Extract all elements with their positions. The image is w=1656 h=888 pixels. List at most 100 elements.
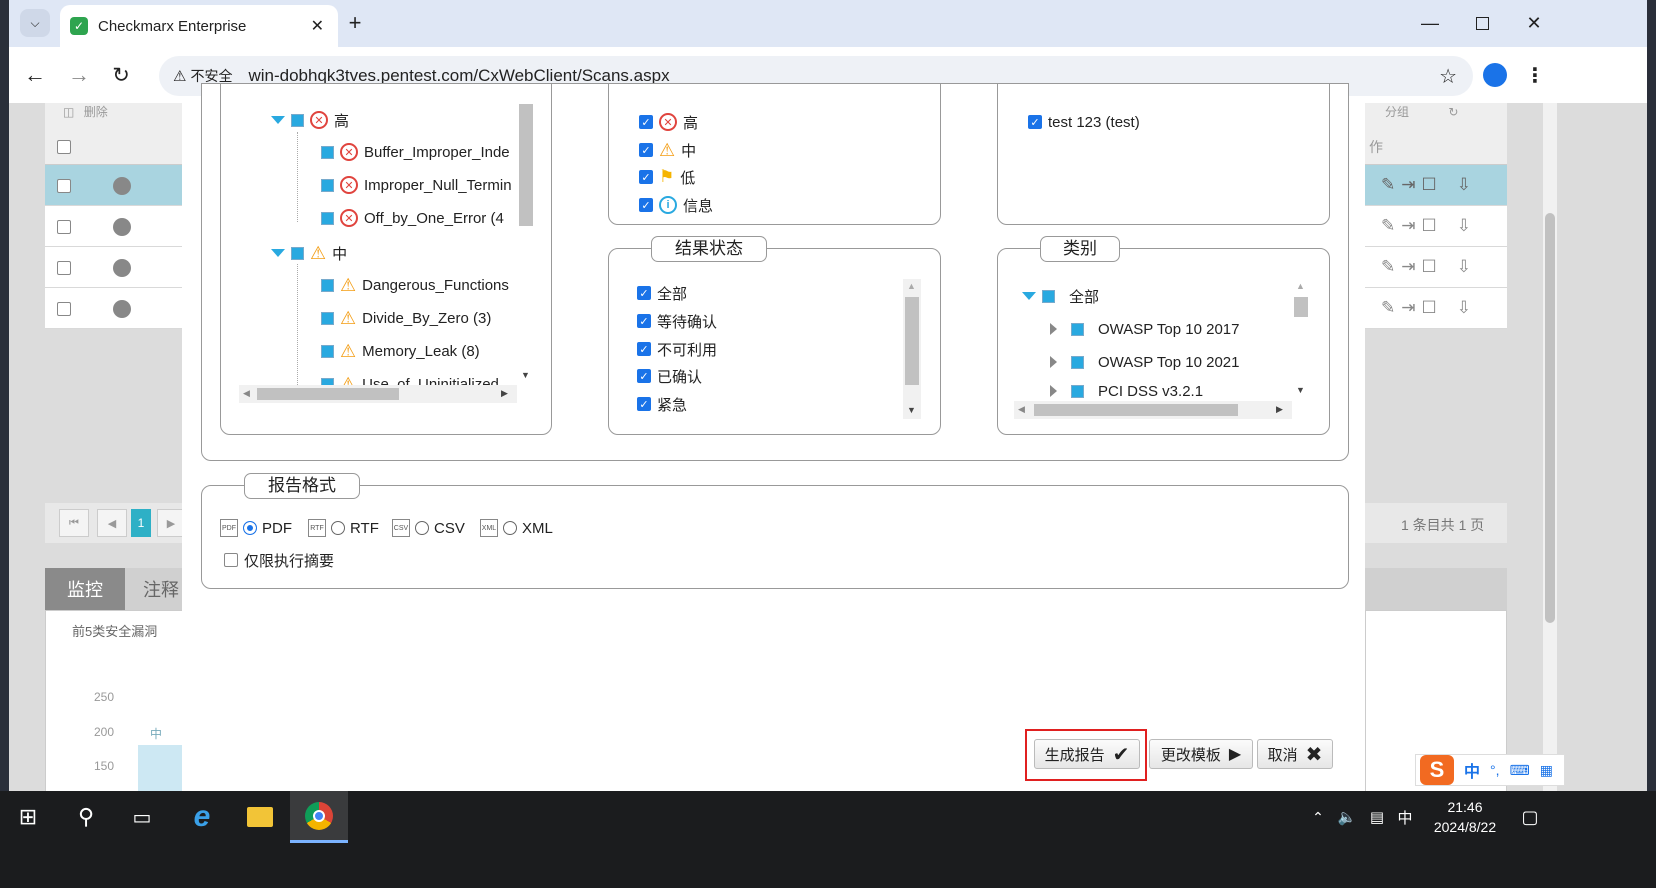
tree-checkbox[interactable] [321, 344, 334, 358]
expand-icon[interactable] [271, 249, 285, 257]
table-row[interactable] [45, 247, 185, 288]
category-node[interactable]: OWASP Top 10 2021 [1050, 348, 1239, 376]
tab-notes[interactable]: 注释 [137, 568, 185, 610]
collapse-icon[interactable] [1050, 356, 1057, 368]
severity-option[interactable]: ✓ ✕ 高 [639, 108, 698, 136]
format-option-xml[interactable]: XML XML [480, 514, 553, 542]
category-hscroll-thumb[interactable] [1034, 404, 1238, 416]
status-vscroll-thumb[interactable] [905, 297, 919, 385]
minimize-icon[interactable]: — [1415, 10, 1445, 36]
tab-monitor[interactable]: 监控 [45, 568, 125, 610]
tree-node-medium[interactable]: ⚠ 中 [271, 239, 347, 267]
export-icon[interactable]: ⇥ [1401, 216, 1421, 235]
scroll-left-icon[interactable]: ◀ [1018, 404, 1025, 415]
checkbox-checked[interactable]: ✓ [637, 369, 651, 383]
tree-checkbox[interactable] [291, 246, 304, 260]
ime-toolbar[interactable]: S 中 °, ⌨ ▦ [1415, 754, 1565, 786]
download-icon[interactable]: ⇩ [1457, 216, 1477, 235]
notification-icon[interactable]: ▢ [1512, 791, 1548, 843]
download-icon[interactable]: ⇩ [1457, 298, 1477, 317]
radio[interactable] [415, 521, 429, 535]
checkbox-checked[interactable]: ✓ [637, 314, 651, 328]
ime-tray-lang[interactable]: 中 [1392, 791, 1418, 843]
tree-checkbox[interactable] [321, 311, 334, 325]
lock-icon[interactable]: ☐ [1422, 298, 1443, 317]
export-icon[interactable]: ⇥ [1401, 257, 1421, 276]
page-scrollbar-thumb[interactable] [1545, 213, 1555, 623]
format-option-pdf[interactable]: PDF PDF [220, 514, 292, 542]
checkbox-checked[interactable]: ✓ [639, 170, 653, 184]
collapse-icon[interactable] [1050, 323, 1057, 335]
first-page-icon[interactable]: ⏮ [59, 509, 89, 537]
menu-kebab-icon[interactable]: ⋮ [1523, 61, 1547, 89]
file-explorer-icon[interactable] [232, 791, 288, 843]
row-checkbox[interactable] [57, 302, 71, 316]
category-hscroll[interactable]: ◀ ▶ [1014, 401, 1292, 419]
summary-only-checkbox[interactable] [224, 553, 238, 567]
severity-option[interactable]: ✓ i 信息 [639, 191, 713, 219]
format-option-rtf[interactable]: RTF RTF [308, 514, 379, 542]
tree-node-high[interactable]: ✕ 高 [271, 106, 349, 134]
volume-muted-icon[interactable]: 🔈 [1334, 791, 1360, 843]
delete-icon[interactable]: ◫ [63, 105, 74, 119]
status-option[interactable]: ✓ 等待确认 [637, 307, 717, 335]
tree-leaf[interactable]: ✕ Improper_Null_Termin [321, 171, 512, 199]
chrome-taskbar-icon[interactable] [290, 791, 348, 843]
tree-checkbox[interactable] [321, 211, 334, 225]
checkbox-checked[interactable]: ✓ [1028, 115, 1042, 129]
scroll-right-icon[interactable]: ▶ [1276, 404, 1283, 415]
tree-leaf[interactable]: ⚠ Memory_Leak (8) [321, 337, 480, 365]
new-tab-icon[interactable]: + [343, 10, 367, 36]
status-vscroll[interactable]: ▲ ▼ [903, 279, 921, 419]
checkbox-checked[interactable]: ✓ [639, 198, 653, 212]
format-option-csv[interactable]: CSV CSV [392, 514, 465, 542]
tree-leaf[interactable]: ✕ Buffer_Improper_Inde [321, 138, 510, 166]
tree-vscroll[interactable]: ▼ [517, 104, 535, 386]
change-template-button[interactable]: 更改模板 ▶ [1149, 739, 1253, 769]
status-option[interactable]: ✓ 紧急 [637, 390, 687, 418]
tree-checkbox[interactable] [1071, 322, 1084, 336]
radio[interactable] [331, 521, 345, 535]
checkbox-checked[interactable]: ✓ [637, 342, 651, 356]
expand-icon[interactable] [271, 116, 285, 124]
cancel-button[interactable]: 取消 ✖ [1257, 739, 1333, 769]
bookmark-star-icon[interactable]: ☆ [1439, 64, 1457, 89]
checkbox-checked[interactable]: ✓ [639, 115, 653, 129]
status-option[interactable]: ✓ 已确认 [637, 362, 702, 390]
show-hidden-icons-icon[interactable]: ⌃ [1306, 791, 1330, 843]
tree-checkbox[interactable] [291, 113, 304, 127]
edit-icon[interactable]: ✎ [1381, 257, 1401, 276]
tree-checkbox[interactable] [1042, 289, 1055, 303]
keyboard-icon[interactable]: ⌨ [1510, 762, 1530, 779]
severity-option[interactable]: ✓ ⚠ 中 [639, 136, 696, 164]
tree-hscroll-thumb[interactable] [257, 388, 399, 400]
profile-icon[interactable] [1481, 61, 1509, 89]
next-page-icon[interactable]: ▶ [157, 509, 185, 537]
edit-icon[interactable]: ✎ [1381, 298, 1401, 317]
edit-icon[interactable]: ✎ [1381, 216, 1401, 235]
lock-icon[interactable]: ☐ [1422, 175, 1443, 194]
export-icon[interactable]: ⇥ [1401, 175, 1421, 194]
tree-checkbox[interactable] [321, 145, 334, 159]
row-checkbox[interactable] [57, 220, 71, 234]
scroll-up-icon[interactable]: ▲ [907, 281, 916, 291]
prev-page-icon[interactable]: ◀ [97, 509, 127, 537]
checkbox-checked[interactable]: ✓ [639, 143, 653, 157]
tree-leaf[interactable]: ⚠ Use_of_Uninitialized_ [321, 370, 507, 386]
scroll-up-icon[interactable]: ▲ [1296, 281, 1305, 291]
download-icon[interactable]: ⇩ [1457, 175, 1477, 194]
refresh-icon[interactable]: ↻ [1448, 105, 1458, 119]
status-option[interactable]: ✓ 不可利用 [637, 335, 717, 363]
tree-leaf[interactable]: ⚠ Dangerous_Functions [321, 271, 509, 299]
page-scrollbar[interactable] [1543, 103, 1557, 834]
tree-checkbox[interactable] [1071, 355, 1084, 369]
scroll-down-icon[interactable]: ▼ [907, 405, 916, 415]
tree-checkbox[interactable] [1071, 384, 1084, 398]
edit-icon[interactable]: ✎ [1381, 175, 1401, 194]
tree-leaf[interactable]: ✕ Off_by_One_Error (4 [321, 204, 504, 232]
tree-vscroll-thumb[interactable] [519, 104, 533, 226]
row-checkbox[interactable] [57, 179, 71, 193]
internet-explorer-icon[interactable]: e [174, 791, 230, 843]
lock-icon[interactable]: ☐ [1422, 257, 1443, 276]
category-node-root[interactable]: 全部 [1022, 282, 1099, 310]
